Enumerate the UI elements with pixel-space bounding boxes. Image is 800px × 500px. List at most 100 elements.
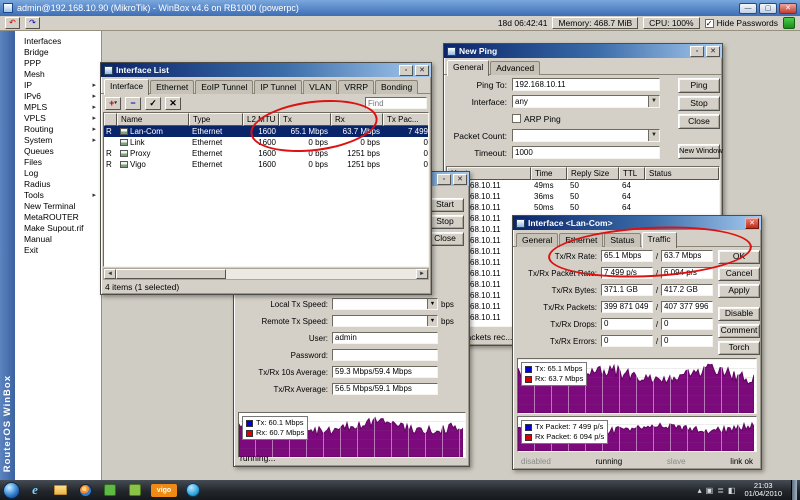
interface-row[interactable]: R Vigo Ethernet 1600 0 bps 1251 bps 0 bbox=[104, 159, 428, 170]
timeout-input[interactable]: 1000 bbox=[512, 146, 660, 159]
close-button[interactable]: ✕ bbox=[779, 3, 797, 14]
tab[interactable]: Advanced bbox=[490, 61, 540, 75]
undo-button[interactable]: ↶ bbox=[5, 17, 20, 29]
ping-titlebar[interactable]: New Ping ▫ ✕ bbox=[444, 44, 722, 58]
column-type[interactable]: Type bbox=[189, 113, 243, 126]
dropdown-arrow-icon[interactable]: ▼ bbox=[648, 130, 659, 141]
tab[interactable]: Ethernet bbox=[150, 80, 194, 94]
sidebar-item[interactable]: Radius ▸ bbox=[15, 178, 101, 189]
scroll-right-icon[interactable]: ► bbox=[416, 269, 428, 279]
redo-button[interactable]: ↷ bbox=[25, 17, 40, 29]
ping-result-row[interactable]: 192.168.10.11 36ms 50 64 bbox=[447, 191, 719, 202]
dropdown-arrow-icon[interactable]: ▼ bbox=[427, 299, 437, 309]
enable-button[interactable]: ✓ bbox=[145, 97, 161, 110]
sidebar-item[interactable]: Queues ▸ bbox=[15, 145, 101, 156]
taskbar-app-green-icon[interactable] bbox=[100, 482, 120, 498]
field-input[interactable]: 56.5 Mbps/59.1 Mbps▼ bbox=[332, 383, 438, 395]
tab[interactable]: Ethernet bbox=[559, 233, 603, 247]
sidebar-item[interactable]: VPLS ▸ bbox=[15, 112, 101, 123]
packet-count-select[interactable]: ▼ bbox=[512, 129, 660, 142]
taskbar-explorer-icon[interactable] bbox=[50, 482, 70, 498]
horizontal-scrollbar[interactable]: ◄ ► bbox=[103, 268, 429, 280]
sidebar-item[interactable]: Manual ▸ bbox=[15, 233, 101, 244]
tray-network-icon[interactable]: ≣ bbox=[717, 486, 724, 495]
field-input[interactable]: ▼ bbox=[332, 315, 438, 327]
sidebar-item[interactable]: MPLS ▸ bbox=[15, 101, 101, 112]
maximize-button[interactable]: ▢ bbox=[759, 3, 777, 14]
sidebar-item[interactable]: Log ▸ bbox=[15, 167, 101, 178]
ping-to-input[interactable]: 192.168.10.11 bbox=[512, 78, 660, 91]
ping-result-row[interactable]: 192.168.10.11 50ms 50 64 bbox=[447, 202, 719, 213]
interface-row[interactable]: R Proxy Ethernet 1600 0 bps 1251 bps 0 bbox=[104, 148, 428, 159]
start-button[interactable] bbox=[3, 482, 20, 499]
sidebar-item[interactable]: MetaROUTER ▸ bbox=[15, 211, 101, 222]
add-button[interactable]: +▾ bbox=[105, 97, 121, 110]
tab[interactable]: EoIP Tunnel bbox=[195, 80, 253, 94]
dropdown-arrow-icon[interactable]: ▼ bbox=[427, 316, 437, 326]
taskbar-ie-icon[interactable]: e bbox=[25, 482, 45, 498]
tab[interactable]: Interface bbox=[104, 79, 149, 95]
column-name[interactable]: Name bbox=[117, 113, 189, 126]
sidebar-item[interactable]: PPP ▸ bbox=[15, 57, 101, 68]
close-icon[interactable]: ✕ bbox=[415, 65, 429, 76]
ping-result-row[interactable]: 192.168.10.11 49ms 50 64 bbox=[447, 180, 719, 191]
tab[interactable]: Status bbox=[604, 233, 640, 247]
column-flag[interactable] bbox=[104, 113, 117, 126]
interface-traffic-titlebar[interactable]: Interface <Lan-Com> ✕ bbox=[513, 216, 761, 230]
column-tx-packet[interactable]: Tx Pac... bbox=[383, 113, 429, 126]
column-reply-size[interactable]: Reply Size bbox=[567, 167, 619, 180]
show-desktop-button[interactable] bbox=[791, 480, 797, 500]
sidebar-item[interactable]: Interfaces ▸ bbox=[15, 35, 101, 46]
hide-passwords-checkbox[interactable]: ✓ Hide Passwords bbox=[705, 18, 778, 28]
interface-row[interactable]: R Lan-Com Ethernet 1600 65.1 Mbps 63.7 M… bbox=[104, 126, 428, 137]
column-rx[interactable]: Rx bbox=[331, 113, 383, 126]
close-icon[interactable]: ✕ bbox=[706, 46, 720, 57]
sidebar-item[interactable]: IPv6 ▸ bbox=[15, 90, 101, 101]
column-ttl[interactable]: TTL bbox=[619, 167, 645, 180]
column-l2mtu[interactable]: L2 MTU bbox=[243, 113, 279, 126]
restore-button[interactable]: ▫ bbox=[437, 174, 451, 185]
tab[interactable]: Traffic bbox=[642, 232, 677, 248]
scroll-left-icon[interactable]: ◄ bbox=[104, 269, 116, 279]
app-titlebar[interactable]: admin@192.168.10.90 (MikroTik) - WinBox … bbox=[0, 0, 800, 16]
tray-action-center-icon[interactable]: ▣ bbox=[706, 486, 714, 495]
sidebar-item[interactable]: System ▸ bbox=[15, 134, 101, 145]
restore-button[interactable]: ▫ bbox=[399, 65, 413, 76]
sidebar-item[interactable]: Bridge ▸ bbox=[15, 46, 101, 57]
ok-button[interactable]: OK bbox=[718, 250, 760, 264]
remove-button[interactable]: − bbox=[125, 97, 141, 110]
apply-button[interactable]: Apply bbox=[718, 284, 760, 298]
tab[interactable]: VLAN bbox=[303, 80, 337, 94]
disable-button[interactable]: ✕ bbox=[165, 97, 181, 110]
column-status[interactable]: Status bbox=[645, 167, 719, 180]
sidebar-item[interactable]: New Terminal ▸ bbox=[15, 200, 101, 211]
sidebar-item[interactable]: IP ▸ bbox=[15, 79, 101, 90]
sidebar-item[interactable]: Make Supout.rif ▸ bbox=[15, 222, 101, 233]
close-icon[interactable]: ✕ bbox=[745, 218, 759, 229]
field-input[interactable]: 59.3 Mbps/59.4 Mbps▼ bbox=[332, 366, 438, 378]
taskbar-media-player-icon[interactable] bbox=[75, 482, 95, 498]
ping-button[interactable]: Ping bbox=[678, 78, 720, 93]
stop-button[interactable]: Stop bbox=[678, 96, 720, 111]
tab[interactable]: IP Tunnel bbox=[254, 80, 302, 94]
close-icon[interactable]: ✕ bbox=[453, 174, 467, 185]
tab[interactable]: Bonding bbox=[375, 80, 418, 94]
taskbar-vigo-icon[interactable]: vigo bbox=[150, 482, 178, 498]
taskbar-clock[interactable]: 21:03 01/04/2010 bbox=[739, 482, 787, 499]
interface-row[interactable]: Link Ethernet 1600 0 bps 0 bps 0 bbox=[104, 137, 428, 148]
sidebar-item[interactable]: Exit ▸ bbox=[15, 244, 101, 255]
column-time[interactable]: Time bbox=[531, 167, 567, 180]
taskbar-app-lime-icon[interactable] bbox=[125, 482, 145, 498]
dropdown-arrow-icon[interactable]: ▼ bbox=[648, 96, 659, 107]
tray-volume-icon[interactable]: ◧ bbox=[728, 486, 736, 495]
tab[interactable]: General bbox=[447, 60, 489, 76]
field-input[interactable]: ▼ bbox=[332, 349, 438, 361]
disable-button[interactable]: Disable bbox=[718, 307, 760, 321]
interface-list-titlebar[interactable]: Interface List ▫ ✕ bbox=[101, 63, 431, 77]
minimize-button[interactable]: — bbox=[739, 3, 757, 14]
restore-button[interactable]: ▫ bbox=[690, 46, 704, 57]
field-input[interactable]: ▼ bbox=[332, 298, 438, 310]
cancel-button[interactable]: Cancel bbox=[718, 267, 760, 281]
sidebar-item[interactable]: Tools ▸ bbox=[15, 189, 101, 200]
cpu-button[interactable]: CPU: 100% bbox=[643, 17, 699, 29]
